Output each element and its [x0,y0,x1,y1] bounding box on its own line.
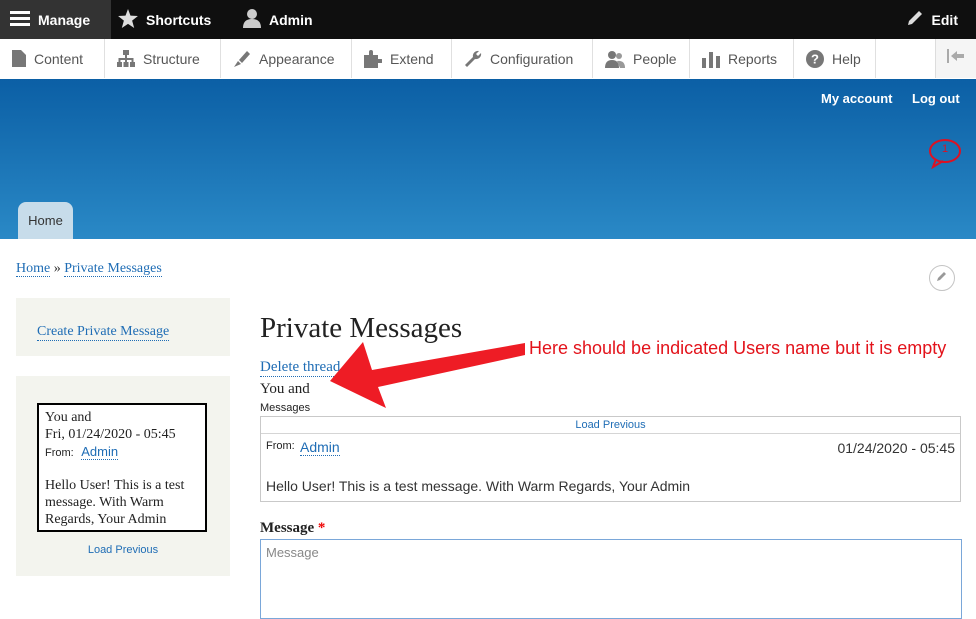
user-icon [243,8,261,31]
admin-toolbar: Manage Shortcuts Admin Edit [0,0,976,39]
notification-bubble[interactable]: 1 [929,139,961,169]
document-icon [12,50,26,67]
message-card-from-name[interactable]: Admin [81,444,119,460]
log-out-link[interactable]: Log out [912,91,960,106]
tray-item-configuration[interactable]: Configuration [452,39,593,78]
collapse-tray-button[interactable] [935,39,976,78]
my-account-link[interactable]: My account [821,91,893,106]
tray-label: Extend [390,50,434,67]
tray-label: Help [832,50,861,67]
message-placeholder: Message [266,545,319,560]
sitemap-icon [117,50,135,67]
tray-label: Configuration [490,50,574,67]
thread-message-body: Hello User! This is a test message. With… [266,478,691,494]
people-icon [605,50,625,68]
pencil-icon [936,269,948,287]
tab-home[interactable]: Home [18,202,73,239]
tray-label: Appearance [259,50,335,67]
tray-item-people[interactable]: People [593,39,690,78]
user-label: Admin [269,11,313,28]
bar-chart-icon [702,50,720,68]
hamburger-icon [10,10,30,29]
admin-tray: Content Structure Appearance Extend Conf… [0,39,976,80]
manage-button[interactable]: Manage [0,0,111,39]
tray-item-extend[interactable]: Extend [352,39,452,78]
sidebar-create-block: Create Private Message [16,298,230,356]
tray-item-reports[interactable]: Reports [690,39,794,78]
create-private-message-link[interactable]: Create Private Message [37,324,170,341]
annotation-text: Here should be indicated Users name but … [529,338,947,358]
message-card[interactable]: You and Fri, 01/24/2020 - 05:45 From: Ad… [37,403,207,532]
notification-count: 1 [941,143,949,155]
thread-message-date: 01/24/2020 - 05:45 [837,440,955,456]
breadcrumb-separator: » [53,261,61,276]
shortcuts-button[interactable]: Shortcuts [118,0,211,39]
tray-label: People [633,50,677,67]
breadcrumb-private-messages[interactable]: Private Messages [64,261,162,277]
thread-from-name[interactable]: Admin [300,439,340,456]
paintbrush-icon [233,50,251,68]
sidebar-load-previous[interactable]: Load Previous [16,544,230,556]
messages-label: Messages [260,402,311,414]
edit-button[interactable]: Edit [906,0,958,39]
wrench-icon [464,50,482,68]
tray-item-appearance[interactable]: Appearance [221,39,352,78]
message-card-date: Fri, 01/24/2020 - 05:45 [45,427,176,442]
annotation-arrow [330,342,525,408]
star-icon [118,8,138,31]
svg-text:?: ? [811,51,819,66]
tray-item-help[interactable]: ? Help [794,39,876,78]
site-header: My account Log out 1 Home [0,79,976,239]
breadcrumb-home[interactable]: Home [16,261,51,277]
edit-label: Edit [931,11,958,28]
required-marker: * [317,520,326,536]
thread-from-label: From: [266,440,295,452]
collapse-icon [947,49,965,68]
delete-thread-link[interactable]: Delete thread [260,359,341,377]
tray-label: Structure [143,50,200,67]
message-card-from-label: From: [45,447,74,459]
message-card-title: You and [45,410,92,425]
puzzle-icon [364,49,382,68]
tray-item-content[interactable]: Content [0,39,105,78]
message-label-text: Message [260,520,315,536]
tray-label: Content [34,50,84,67]
breadcrumb: Home » Private Messages [16,261,162,277]
shortcuts-label: Shortcuts [146,11,212,28]
tray-label: Reports [728,50,778,67]
pencil-icon [906,9,924,30]
help-icon: ? [806,49,824,68]
sidebar-messages-block: You and Fri, 01/24/2020 - 05:45 From: Ad… [16,376,230,576]
message-card-body: Hello User! This is a test message. With… [45,478,185,527]
message-field-label: Message * [260,520,325,537]
manage-label: Manage [38,11,91,28]
thread-participants: You and [260,381,310,397]
thread-load-previous[interactable]: Load Previous [261,417,960,434]
message-thread: Load Previous From: Admin 01/24/2020 - 0… [260,416,961,502]
user-button[interactable]: Admin [243,0,313,39]
tray-item-structure[interactable]: Structure [105,39,221,78]
message-textarea[interactable]: Message [260,539,962,619]
edit-page-button[interactable] [929,265,955,291]
